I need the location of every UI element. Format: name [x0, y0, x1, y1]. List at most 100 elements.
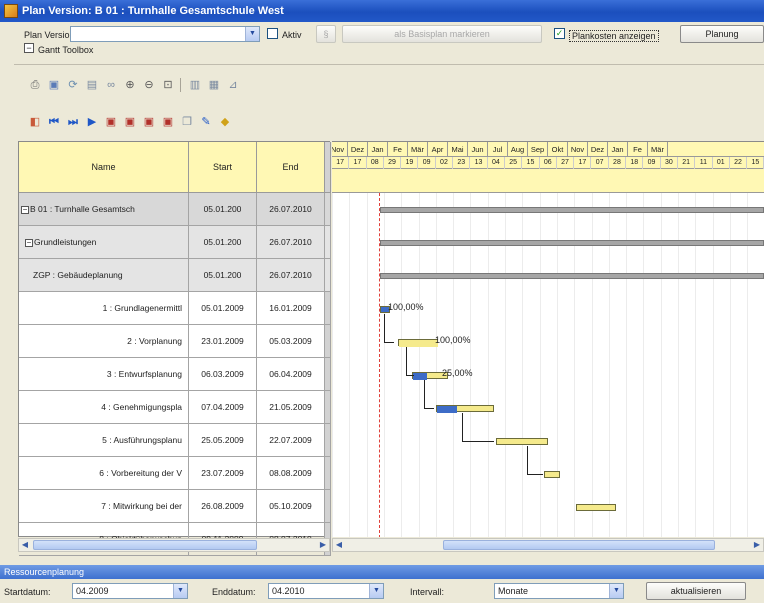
next-icon[interactable]: ▶ [85, 115, 99, 129]
resource-panel-header[interactable]: Ressourcenplanung [0, 565, 764, 579]
refresh-icon[interactable]: ⟳ [66, 78, 80, 92]
column-header-end[interactable]: End [257, 142, 325, 193]
day-header-cell: 25 [505, 157, 523, 169]
link-icon[interactable]: ∞ [104, 78, 118, 92]
plan-version-select[interactable]: ▼ [70, 26, 260, 42]
task-add-icon[interactable]: ▣ [104, 115, 118, 129]
table-row[interactable]: 6 : Vorbereitung der V 23.07.2009 08.08.… [19, 457, 331, 490]
month-header-cell: Nov [332, 142, 348, 157]
row-end: 26.07.2010 [257, 193, 325, 226]
highlight-icon[interactable]: ◆ [218, 115, 232, 129]
planung-button[interactable]: Planung [680, 25, 764, 43]
table-row[interactable]: 7 : Mitwirkung bei der 26.08.2009 05.10.… [19, 490, 331, 523]
table-row[interactable]: 4 : Genehmigungspla 07.04.2009 21.05.200… [19, 391, 331, 424]
summary-bar[interactable] [380, 273, 764, 279]
row-end: 08.08.2009 [257, 457, 325, 490]
format-icon[interactable]: ⊿ [226, 78, 240, 92]
row-name: 4 : Genehmigungspla [19, 391, 189, 424]
aktiv-checkbox[interactable] [267, 28, 278, 39]
scroll-right-icon[interactable]: ▶ [751, 539, 763, 551]
day-header-cell: 28 [609, 157, 627, 169]
first-icon[interactable]: ⏮ [47, 115, 61, 129]
progress-fill [413, 373, 427, 380]
window-title: Plan Version: B 01 : Turnhalle Gesamtsch… [22, 5, 284, 17]
summary-bar[interactable] [380, 240, 764, 246]
scroll-thumb[interactable] [443, 540, 715, 550]
scroll-left-icon[interactable]: ◀ [19, 539, 31, 551]
zoom-out-icon[interactable]: ⊖ [142, 78, 156, 92]
collapse-icon[interactable]: − [25, 238, 33, 247]
row-end: 05.10.2009 [257, 490, 325, 523]
startdatum-select[interactable]: 04.2009 ▼ [72, 583, 188, 599]
intervall-select[interactable]: Monate ▼ [494, 583, 624, 599]
columns-icon[interactable]: ▥ [188, 78, 202, 92]
month-header-cell: Jun [468, 142, 488, 157]
gantt-icon[interactable]: ◧ [28, 115, 42, 129]
day-header-cell: 30 [661, 157, 678, 169]
row-end: 26.07.2010 [257, 259, 325, 292]
table-row[interactable]: 1 : Grundlagenermittl 05.01.2009 16.01.2… [19, 292, 331, 325]
copy-icon[interactable]: ❐ [180, 115, 194, 129]
day-header-cell: 18 [626, 157, 644, 169]
month-header-cell: Apr [428, 142, 448, 157]
task-bar[interactable] [496, 438, 548, 445]
edit-icon[interactable]: ✎ [199, 115, 213, 129]
task-grid: Name Start End − B 01 : Turnhalle Gesamts… [18, 141, 331, 556]
table-icon[interactable]: ▦ [207, 78, 221, 92]
grid-horizontal-scrollbar[interactable]: ◀ ▶ [18, 538, 330, 552]
table-row[interactable]: − B 01 : Turnhalle Gesamtsch 05.01.200 26… [19, 193, 331, 226]
gridline [349, 193, 351, 537]
month-header-cell: Jan [368, 142, 388, 157]
chevron-down-icon: ▼ [369, 584, 383, 598]
task-bar[interactable] [576, 504, 616, 511]
table-row[interactable]: 3 : Entwurfsplanung 06.03.2009 06.04.200… [19, 358, 331, 391]
gantt-month-header: Nov Dez Jan Fe Mär Apr Mai Jun Jul Aug Sep Okt Nov De… [332, 142, 764, 157]
mark-baseline-button[interactable]: als Basisplan markieren [342, 25, 542, 43]
month-header-cell: Dez [348, 142, 368, 157]
startdatum-label: Startdatum: [4, 587, 51, 597]
collapse-icon[interactable]: − [21, 205, 29, 214]
day-header-cell: 19 [401, 157, 419, 169]
column-header-name[interactable]: Name [19, 142, 189, 193]
row-start: 23.01.2009 [189, 325, 257, 358]
table-row[interactable]: 5 : Ausführungsplanu 25.05.2009 22.07.20… [19, 424, 331, 457]
row-name: 6 : Vorbereitung der V [19, 457, 189, 490]
last-icon[interactable]: ⏭ [66, 115, 80, 129]
row-start: 06.03.2009 [189, 358, 257, 391]
plankosten-label: Plankosten anzeigen [569, 30, 659, 42]
task-remove-icon[interactable]: ▣ [123, 115, 137, 129]
enddatum-select[interactable]: 04.2010 ▼ [268, 583, 384, 599]
row-name: B 01 : Turnhalle Gesamtsch [30, 204, 135, 214]
table-row[interactable]: 2 : Vorplanung 23.01.2009 05.03.2009 [19, 325, 331, 358]
day-header-cell: 06 [540, 157, 557, 169]
toolbox-collapse-icon[interactable]: − [24, 43, 34, 53]
day-header-cell: 23 [453, 157, 471, 169]
dependency-link [384, 314, 394, 343]
print-icon[interactable]: ⎙ [28, 78, 42, 92]
gantt-horizontal-scrollbar[interactable]: ◀ ▶ [332, 538, 764, 552]
day-header-cell: 17 [332, 157, 350, 169]
task-bar[interactable] [544, 471, 560, 478]
scroll-right-icon[interactable]: ▶ [317, 539, 329, 551]
row-start: 05.01.200 [189, 259, 257, 292]
save-icon[interactable]: ▣ [47, 78, 61, 92]
scroll-thumb[interactable] [33, 540, 257, 550]
paragraph-button[interactable]: § [316, 25, 336, 43]
plankosten-checkbox[interactable]: ✓ [554, 28, 565, 39]
month-header-cell: Jul [488, 142, 508, 157]
page-icon[interactable]: ▤ [85, 78, 99, 92]
column-header-start[interactable]: Start [189, 142, 257, 193]
task-indent-icon[interactable]: ▣ [142, 115, 156, 129]
row-end: 21.05.2009 [257, 391, 325, 424]
table-row[interactable]: ZGP : Gebäudeplanung 05.01.200 26.07.201… [19, 259, 331, 292]
task-outdent-icon[interactable]: ▣ [161, 115, 175, 129]
progress-label: 100,00% [435, 335, 471, 345]
month-header-cell: Okt [548, 142, 568, 157]
summary-bar[interactable] [380, 207, 764, 213]
scroll-left-icon[interactable]: ◀ [333, 539, 345, 551]
aktualisieren-button[interactable]: aktualisieren [646, 582, 746, 600]
table-row[interactable]: − Grundleistungen 05.01.200 26.07.2010 [19, 226, 331, 259]
zoom-in-icon[interactable]: ⊕ [123, 78, 137, 92]
fit-icon[interactable]: ⊡ [161, 78, 175, 92]
chevron-down-icon: ▼ [609, 584, 623, 598]
